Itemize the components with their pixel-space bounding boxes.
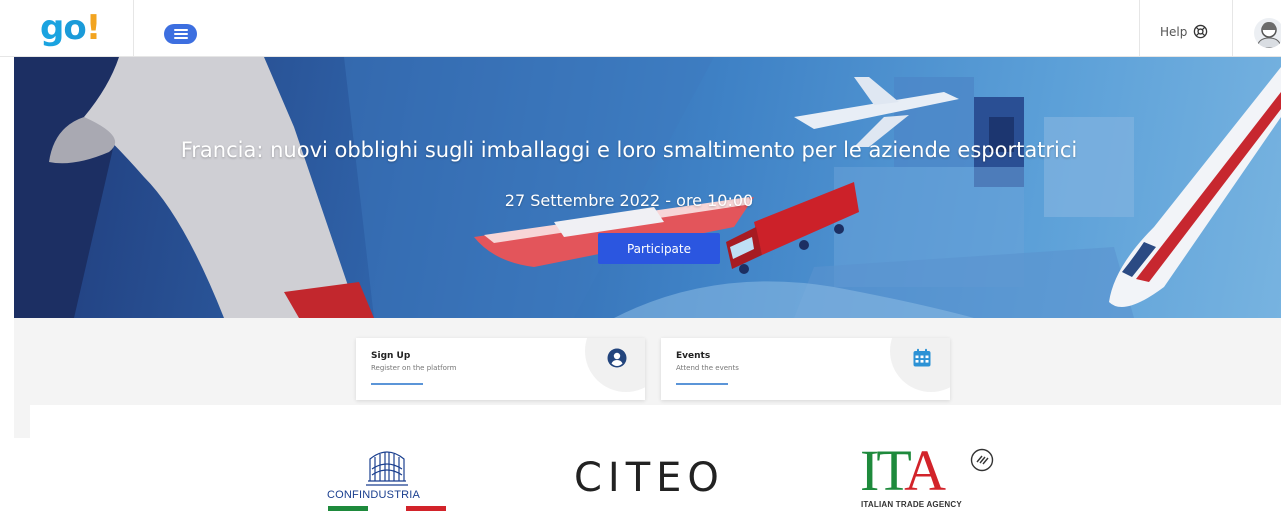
confindustria-label: CONFINDUSTRIA — [327, 489, 421, 501]
card-subtitle: Register on the platform — [371, 364, 457, 372]
card-accent-line — [371, 383, 423, 385]
ita-letter: A — [904, 438, 946, 503]
section-divider — [30, 405, 1281, 438]
logo-letter-g: g — [40, 8, 64, 48]
card-title: Sign Up — [371, 351, 411, 361]
header-divider — [1232, 0, 1233, 57]
ita-letter: I — [860, 438, 879, 503]
signup-card[interactable]: Sign Up Register on the platform — [356, 338, 645, 400]
ita-letter: T — [876, 438, 907, 503]
ita-logo: ITA — [860, 442, 946, 500]
help-link[interactable]: Help — [1160, 24, 1208, 39]
help-label: Help — [1160, 24, 1188, 39]
hero-title: Francia: nuovi obblighi sugli imballaggi… — [180, 138, 1078, 162]
card-title: Events — [676, 351, 711, 361]
hero-date: 27 Settembre 2022 - ore 10:00 — [504, 191, 754, 210]
card-subtitle: Attend the events — [676, 364, 739, 372]
card-accent-line — [676, 383, 728, 385]
hero-banner: Francia: nuovi obblighi sugli imballaggi… — [14, 57, 1281, 318]
header-divider — [133, 0, 134, 57]
confindustria-emblem-icon — [366, 451, 408, 486]
go-logo[interactable]: go! — [40, 11, 101, 45]
calendar-icon — [913, 348, 931, 367]
flag-stripe-red — [406, 506, 446, 511]
ita-emblem-icon — [970, 448, 994, 472]
hero-illustration — [14, 57, 1281, 318]
logo-letter-o: o — [63, 8, 86, 48]
hamburger-menu-icon[interactable] — [164, 24, 197, 44]
top-navigation-bar: go! Help — [0, 0, 1281, 57]
flag-stripe-green — [328, 506, 368, 511]
citeo-logo: CITEO — [574, 455, 725, 501]
participate-button[interactable]: Participate — [598, 233, 720, 264]
user-avatar-icon[interactable] — [1254, 18, 1281, 48]
ita-subtitle: ITALIAN TRADE AGENCY — [861, 500, 962, 509]
events-card[interactable]: Events Attend the events — [661, 338, 950, 400]
header-divider — [1139, 0, 1140, 57]
logo-exclamation: ! — [85, 8, 101, 48]
user-circle-icon — [607, 348, 627, 368]
lifebuoy-icon — [1194, 24, 1208, 39]
